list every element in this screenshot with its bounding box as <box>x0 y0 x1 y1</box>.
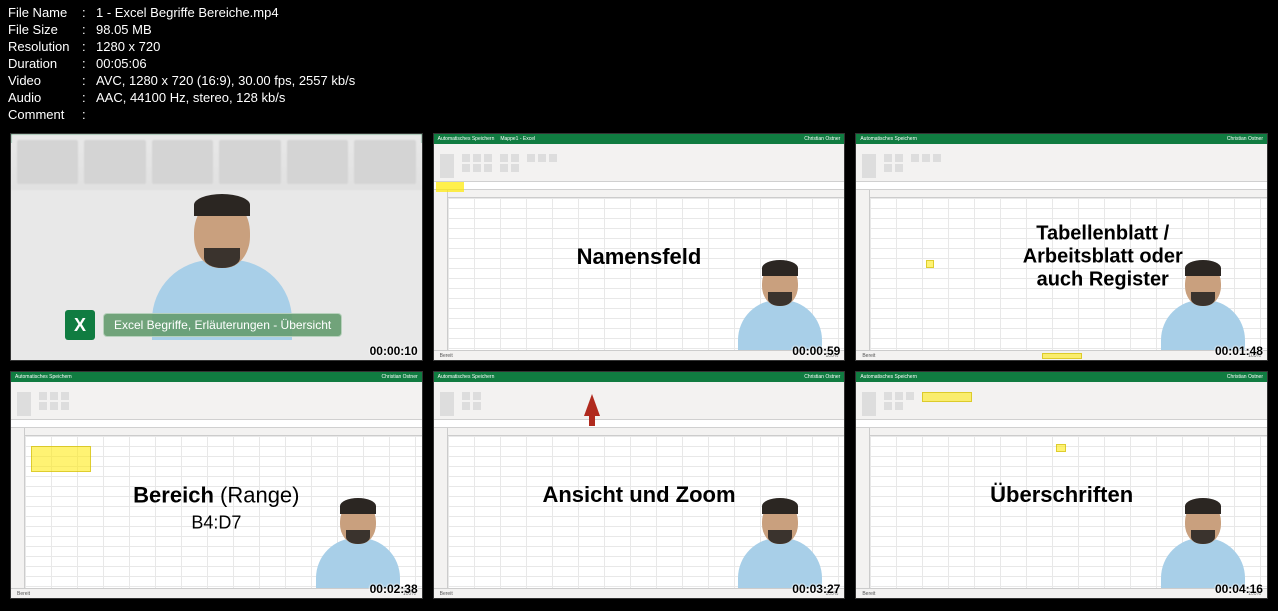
formula-bar <box>856 182 1267 190</box>
slide-caption: Bereich (Range) B4:D7 <box>133 483 299 534</box>
highlight-marker <box>1056 444 1066 452</box>
presenter-avatar <box>730 240 830 350</box>
info-row-comment: Comment : <box>8 106 1270 123</box>
filename-value: 1 - Excel Begriffe Bereiche.mp4 <box>96 4 279 21</box>
sheet-tab-highlight <box>1042 353 1082 359</box>
formula-bar <box>434 420 845 428</box>
duration-label: Duration <box>8 55 82 72</box>
formula-bar <box>11 420 422 428</box>
presenter-avatar <box>730 478 830 588</box>
slide-caption: Namensfeld <box>577 244 702 270</box>
excel-logo-icon: X <box>65 310 95 340</box>
excel-ribbon <box>856 152 1267 182</box>
resolution-value: 1280 x 720 <box>96 38 160 55</box>
excel-ribbon <box>434 390 845 420</box>
filename-label: File Name <box>8 4 82 21</box>
worksheet-area: Überschriften <box>856 428 1267 588</box>
timestamp: 00:02:38 <box>370 582 418 596</box>
excel-ribbon-tabs <box>434 382 845 390</box>
info-row-video: Video : AVC, 1280 x 720 (16:9), 30.00 fp… <box>8 72 1270 89</box>
timestamp: 00:00:10 <box>370 344 418 358</box>
excel-titlebar: Automatisches SpeichernMappe1 - Excel Ch… <box>434 134 845 144</box>
ribbon-highlight <box>922 392 972 402</box>
duration-value: 00:05:06 <box>96 55 147 72</box>
presenter-avatar <box>308 478 408 588</box>
timestamp: 00:01:48 <box>1215 344 1263 358</box>
thumbnail-4[interactable]: Automatisches Speichern Christian Ostner… <box>10 371 423 599</box>
info-row-filesize: File Size : 98.05 MB <box>8 21 1270 38</box>
audio-label: Audio <box>8 89 82 106</box>
excel-ribbon-tabs <box>856 382 1267 390</box>
slide-caption: Ansicht und Zoom <box>542 482 735 508</box>
worksheet-area: Ansicht und Zoom <box>434 428 845 588</box>
namebox-highlight <box>436 182 464 192</box>
worksheet-area: Tabellenblatt / Arbeitsblatt oder auch R… <box>856 190 1267 350</box>
excel-ribbon-tabs <box>434 144 845 152</box>
excel-titlebar: Automatisches Speichern Christian Ostner <box>434 372 845 382</box>
excel-titlebar: Automatisches Speichern Christian Ostner <box>856 134 1267 144</box>
range-highlight <box>31 446 91 472</box>
status-bar: Bereit100% <box>11 588 422 598</box>
video-label: Video <box>8 72 82 89</box>
thumbnail-5[interactable]: Automatisches Speichern Christian Ostner… <box>433 371 846 599</box>
timestamp: 00:00:59 <box>792 344 840 358</box>
thumbnail-1[interactable]: X Excel Begriffe, Erläuterungen - Übersi… <box>10 133 423 361</box>
thumbnail-6[interactable]: Automatisches Speichern Christian Ostner… <box>855 371 1268 599</box>
status-bar: Bereit100% <box>434 588 845 598</box>
lower-third-text: Excel Begriffe, Erläuterungen - Übersich… <box>103 313 342 337</box>
audio-value: AAC, 44100 Hz, stereo, 128 kb/s <box>96 89 285 106</box>
thumbnail-grid: X Excel Begriffe, Erläuterungen - Übersi… <box>0 127 1278 609</box>
timestamp: 00:04:16 <box>1215 582 1263 596</box>
comment-label: Comment <box>8 106 82 123</box>
thumbnail-2[interactable]: Automatisches SpeichernMappe1 - Excel Ch… <box>433 133 846 361</box>
formula-bar <box>434 182 845 190</box>
thumbnail-3[interactable]: Automatisches Speichern Christian Ostner… <box>855 133 1268 361</box>
excel-ribbon <box>856 390 1267 420</box>
excel-titlebar: Automatisches Speichern Christian Ostner <box>856 372 1267 382</box>
info-row-duration: Duration : 00:05:06 <box>8 55 1270 72</box>
filesize-value: 98.05 MB <box>96 21 152 38</box>
file-info-block: File Name : 1 - Excel Begriffe Bereiche.… <box>0 0 1278 127</box>
slide-caption: Überschriften <box>990 482 1133 508</box>
info-row-filename: File Name : 1 - Excel Begriffe Bereiche.… <box>8 4 1270 21</box>
formula-bar <box>856 420 1267 428</box>
status-bar: Bereit100% <box>434 350 845 360</box>
timestamp: 00:03:27 <box>792 582 840 596</box>
excel-ribbon <box>11 390 422 420</box>
arrow-up-icon <box>584 394 600 416</box>
presenter-avatar <box>1153 240 1253 350</box>
presenter-avatar <box>1153 478 1253 588</box>
excel-ribbon-tabs <box>856 144 1267 152</box>
lower-third: X Excel Begriffe, Erläuterungen - Übersi… <box>65 310 342 340</box>
filesize-label: File Size <box>8 21 82 38</box>
status-bar: Bereit100% <box>856 588 1267 598</box>
info-row-audio: Audio : AAC, 44100 Hz, stereo, 128 kb/s <box>8 89 1270 106</box>
excel-titlebar: Automatisches Speichern Christian Ostner <box>11 372 422 382</box>
resolution-label: Resolution <box>8 38 82 55</box>
info-row-resolution: Resolution : 1280 x 720 <box>8 38 1270 55</box>
worksheet-area: Bereich (Range) B4:D7 <box>11 428 422 588</box>
highlight-marker <box>926 260 934 268</box>
status-bar: Bereit 100% <box>856 350 1267 360</box>
excel-ribbon-tabs <box>11 382 422 390</box>
excel-ribbon <box>434 152 845 182</box>
worksheet-area: Namensfeld <box>434 190 845 350</box>
video-value: AVC, 1280 x 720 (16:9), 30.00 fps, 2557 … <box>96 72 355 89</box>
